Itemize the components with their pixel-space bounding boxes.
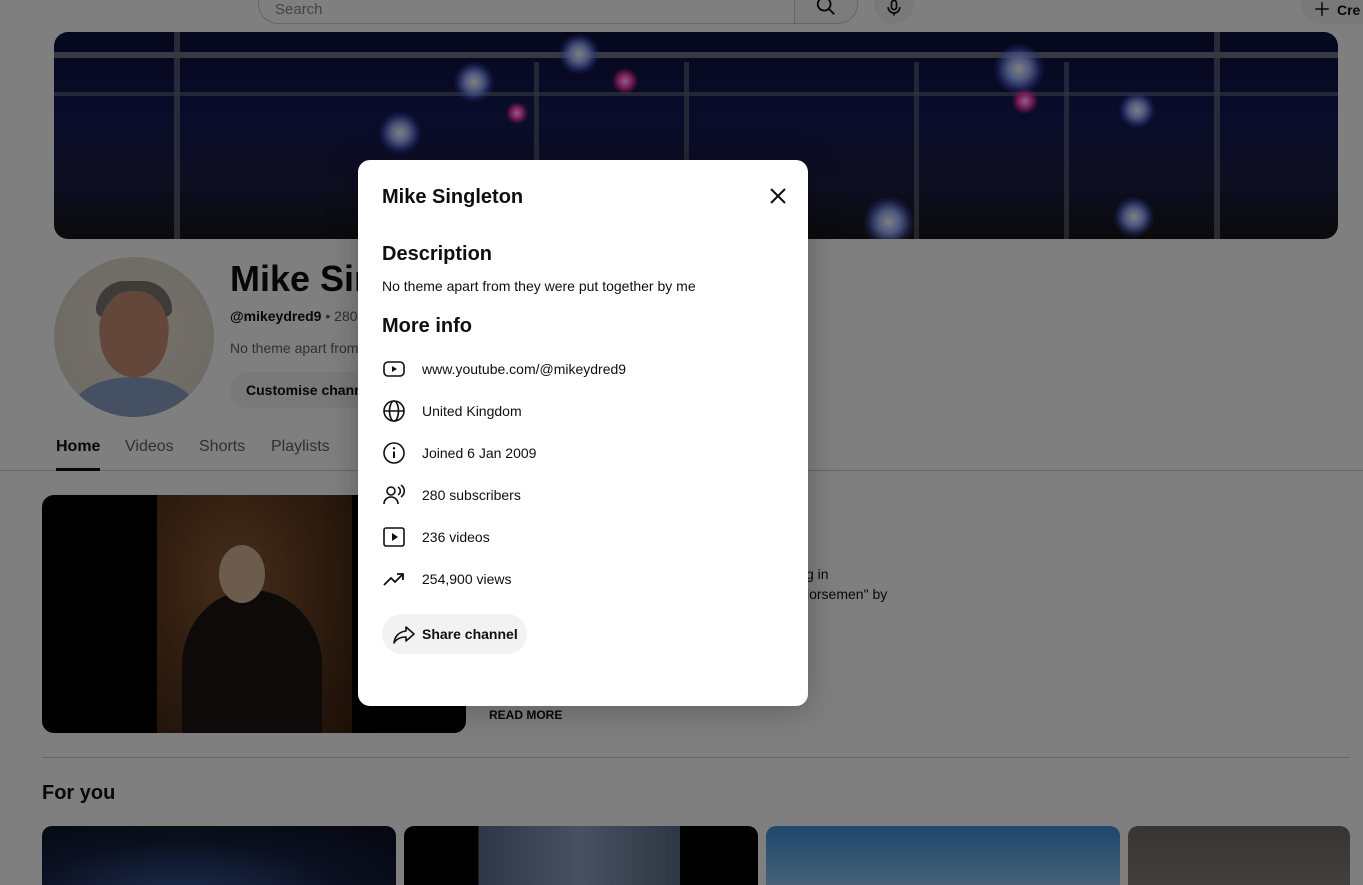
youtube-link-icon xyxy=(382,357,406,381)
info-row-videos: 236 videos xyxy=(382,525,490,549)
channel-url-link[interactable]: www.youtube.com/@mikeydred9 xyxy=(422,361,626,377)
channel-about-dialog: Mike Singleton Description No theme apar… xyxy=(358,160,808,706)
share-channel-label: Share channel xyxy=(422,626,518,642)
joined-date-text: Joined 6 Jan 2009 xyxy=(422,445,537,461)
location-text: United Kingdom xyxy=(422,403,522,419)
dialog-title: Mike Singleton xyxy=(382,186,524,208)
video-play-icon xyxy=(382,525,406,549)
more-info-heading: More info xyxy=(382,315,472,337)
description-heading: Description xyxy=(382,243,493,265)
view-count-text: 254,900 views xyxy=(422,571,512,587)
info-icon xyxy=(382,441,406,465)
channel-description-text: No theme apart from they were put togeth… xyxy=(382,278,696,294)
info-row-joined: Joined 6 Jan 2009 xyxy=(382,441,536,465)
globe-icon xyxy=(382,399,406,423)
share-channel-button[interactable]: Share channel xyxy=(382,614,527,654)
info-row-url[interactable]: www.youtube.com/@mikeydred9 xyxy=(382,357,626,381)
trending-up-icon xyxy=(382,567,406,591)
subscriber-count-text: 280 subscribers xyxy=(422,487,521,503)
info-row-views: 254,900 views xyxy=(382,567,512,591)
info-row-location: United Kingdom xyxy=(382,399,522,423)
close-button[interactable] xyxy=(758,182,798,210)
subscribers-icon xyxy=(382,483,406,507)
video-count-text: 236 videos xyxy=(422,529,490,545)
info-row-subscribers: 280 subscribers xyxy=(382,483,521,507)
share-icon xyxy=(392,622,416,646)
close-icon xyxy=(768,186,788,206)
